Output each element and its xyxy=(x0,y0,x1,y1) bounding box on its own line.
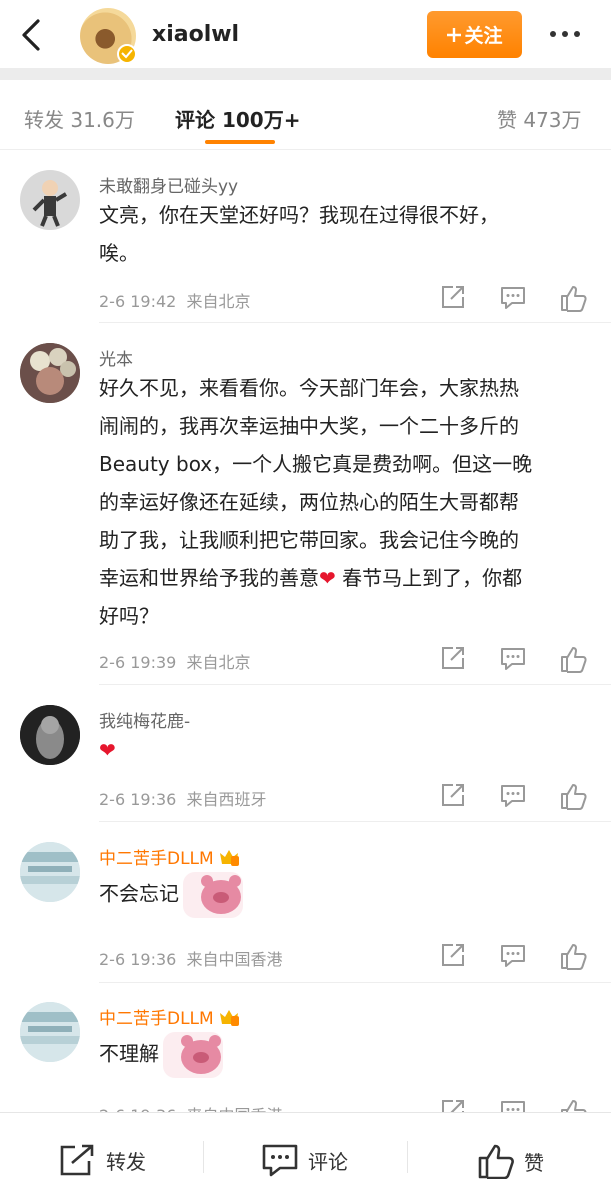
comment-divider xyxy=(99,821,611,822)
share-icon[interactable] xyxy=(440,942,468,970)
reply-icon[interactable] xyxy=(500,645,528,673)
comment-line: 好久不见，来看看你。今天部门年会，大家热热 xyxy=(99,376,519,400)
comment-divider xyxy=(99,684,611,685)
like-icon[interactable] xyxy=(560,284,588,312)
vip-crown-icon xyxy=(219,850,239,866)
comment-text-content: 不理解 xyxy=(99,1041,159,1066)
commenter-name-text: 中二苦手DLLM xyxy=(99,1009,214,1029)
comment-location: 来自中国香港 xyxy=(186,950,283,969)
section-separator xyxy=(0,68,611,80)
comment-line: 闹闹的，我再次幸运抽中大奖，一个二十多斤的 xyxy=(99,414,519,438)
comment-text: 文亮，你在天堂还好吗？我现在过得很不好， 唉。 xyxy=(99,196,589,272)
vip-crown-icon xyxy=(219,1010,239,1026)
like-label: 赞 xyxy=(524,1150,544,1175)
commenter-avatar[interactable] xyxy=(20,705,80,765)
comment-line: 助了我，让我顺利把它带回家。我会记住今晚的 xyxy=(99,528,519,552)
reply-icon[interactable] xyxy=(500,782,528,810)
comment-meta: 2-6 19:36 来自中国香港 xyxy=(99,946,283,970)
like-icon[interactable] xyxy=(560,942,588,970)
repost-icon xyxy=(60,1144,94,1176)
comment-meta: 2-6 19:39 来自北京 xyxy=(99,649,251,673)
comment-line: 好吗？ xyxy=(99,604,159,628)
share-icon[interactable] xyxy=(440,782,468,810)
like-icon[interactable] xyxy=(560,782,588,810)
comment-time: 2-6 19:39 xyxy=(99,653,177,672)
comment-text: ❤ xyxy=(99,731,589,769)
comment-time: 2-6 19:42 xyxy=(99,292,177,311)
tab-likes[interactable]: 赞 473万 xyxy=(497,104,582,133)
bottom-action-bar: 转发 评论 赞 xyxy=(0,1112,611,1199)
repost-label: 转发 xyxy=(106,1149,146,1174)
commenter-name[interactable]: 我纯梅花鹿- xyxy=(99,707,190,732)
commenter-name[interactable]: 中二苦手DLLM xyxy=(99,1004,240,1029)
comment-meta: 2-6 19:42 来自北京 xyxy=(99,288,251,312)
back-arrow-icon[interactable] xyxy=(18,18,48,52)
tab-reposts[interactable]: 转发 31.6万 xyxy=(24,104,135,133)
bottom-separator xyxy=(203,1141,204,1173)
comment-text: 不会忘记 xyxy=(99,872,589,918)
comment-line: 的幸运好像还在延续，两位热心的陌生大哥都帮 xyxy=(99,490,519,514)
comment-location: 来自北京 xyxy=(186,292,251,311)
comment-line: 幸运和世界给予我的善意❤ 春节马上到了，你都 xyxy=(99,559,589,597)
commenter-name[interactable]: 中二苦手DLLM xyxy=(99,844,240,869)
comment-text: 不理解 xyxy=(99,1032,589,1078)
comment-label: 评论 xyxy=(308,1149,348,1174)
reply-icon[interactable] xyxy=(500,942,528,970)
commenter-avatar[interactable] xyxy=(20,170,80,230)
comment-time: 2-6 19:36 xyxy=(99,950,177,969)
tab-comments[interactable]: 评论 100万+ xyxy=(175,104,300,133)
share-icon[interactable] xyxy=(440,645,468,673)
comment-text: 好久不见，来看看你。今天部门年会，大家热热 闹闹的，我再次幸运抽中大奖，一个二十… xyxy=(99,369,589,635)
tab-bar: 转发 31.6万 评论 100万+ 赞 473万 xyxy=(0,80,611,150)
active-tab-indicator xyxy=(205,140,275,144)
comment-time: 2-6 19:36 xyxy=(99,790,177,809)
comment-divider xyxy=(99,982,611,983)
pink-bear-sticker-icon xyxy=(183,872,253,918)
verified-badge-icon xyxy=(117,44,137,64)
comment-line: 唉。 xyxy=(99,241,139,265)
comment-location: 来自西班牙 xyxy=(186,790,267,809)
comment-actions xyxy=(440,782,590,810)
comment-text-content: 不会忘记 xyxy=(99,881,179,906)
commenter-name-text: 中二苦手DLLM xyxy=(99,849,214,869)
commenter-name[interactable]: 未敢翻身已碰头yy xyxy=(99,172,238,197)
comment-line-part: 春节马上到了，你都 xyxy=(342,566,523,590)
comment-actions xyxy=(440,284,590,312)
username[interactable]: xiaolwl xyxy=(152,22,239,47)
commenter-avatar[interactable] xyxy=(20,343,80,403)
share-icon[interactable] xyxy=(440,284,468,312)
comment-actions xyxy=(440,942,590,970)
pink-bear-sticker-icon xyxy=(163,1032,233,1078)
follow-button[interactable]: 关注 xyxy=(427,11,522,58)
reply-icon[interactable] xyxy=(500,284,528,312)
plus-icon xyxy=(447,27,462,42)
heart-emoji-icon: ❤ xyxy=(99,738,116,762)
like-icon[interactable] xyxy=(560,645,588,673)
commenter-avatar[interactable] xyxy=(20,842,80,902)
comment-actions xyxy=(440,645,590,673)
comment-divider xyxy=(99,322,611,323)
comment-icon xyxy=(262,1144,298,1177)
follow-label: 关注 xyxy=(464,25,503,47)
comment-meta: 2-6 19:36 来自西班牙 xyxy=(99,786,267,810)
commenter-name[interactable]: 光本 xyxy=(99,345,133,370)
heart-emoji-icon: ❤ xyxy=(319,566,336,590)
comment-line-part: 幸运和世界给予我的善意 xyxy=(99,566,319,590)
thumbs-up-icon xyxy=(478,1144,514,1179)
repost-button[interactable]: 转发 xyxy=(58,1143,146,1177)
more-icon[interactable] xyxy=(550,24,586,44)
top-bar: xiaolwl 关注 xyxy=(0,0,611,68)
comment-location: 来自北京 xyxy=(186,653,251,672)
comment-line: 文亮，你在天堂还好吗？我现在过得很不好， xyxy=(99,203,499,227)
commenter-avatar[interactable] xyxy=(20,1002,80,1062)
like-button[interactable]: 赞 xyxy=(478,1143,544,1179)
comment-button[interactable]: 评论 xyxy=(262,1143,348,1177)
bottom-separator xyxy=(407,1141,408,1173)
comment-line: Beauty box，一个人搬它真是费劲啊。但这一晚 xyxy=(99,452,533,476)
